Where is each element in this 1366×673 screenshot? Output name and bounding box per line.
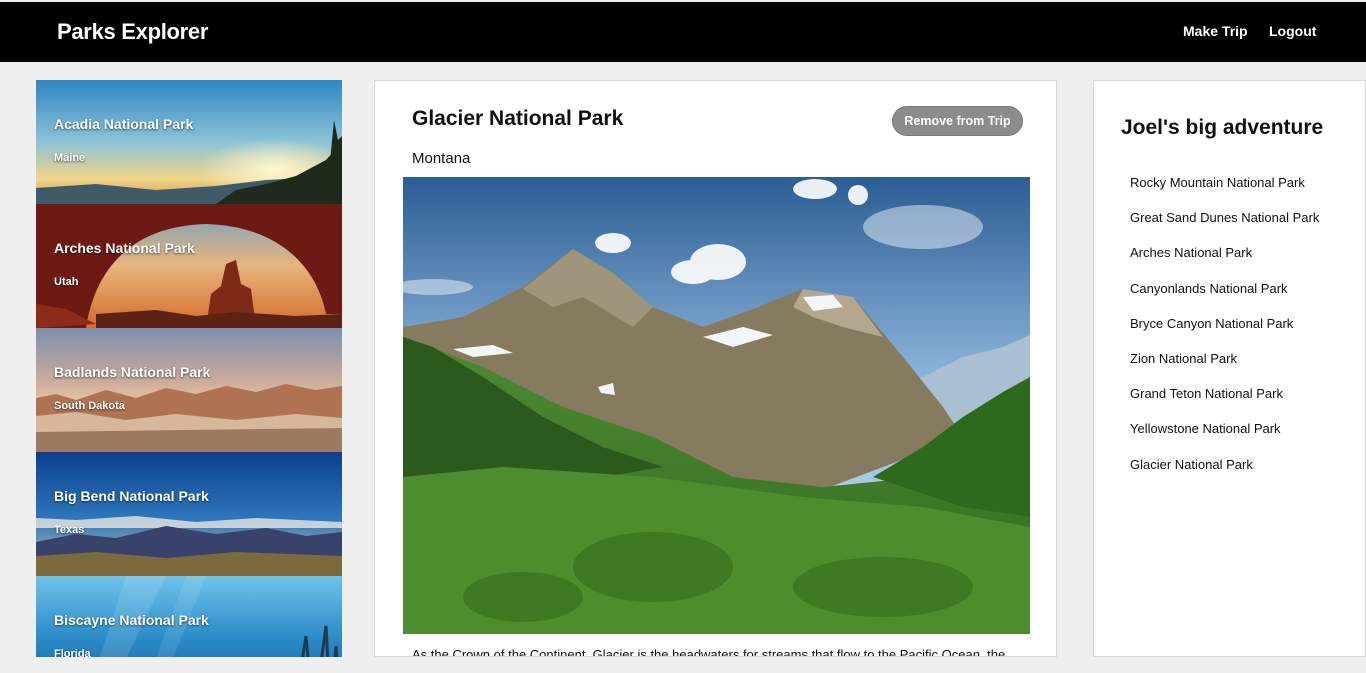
big-bend-photo — [36, 452, 342, 576]
park-name: Arches National Park — [54, 240, 195, 256]
park-name: Biscayne National Park — [54, 612, 209, 628]
park-card-biscayne[interactable]: Biscayne National Park Florida — [36, 576, 342, 657]
trip-list-item[interactable]: Rocky Mountain National Park — [1130, 175, 1319, 210]
park-name: Acadia National Park — [54, 116, 194, 132]
trip-list-item[interactable]: Great Sand Dunes National Park — [1130, 210, 1319, 245]
trip-list-item[interactable]: Yellowstone National Park — [1130, 421, 1319, 456]
parks-list: Acadia National Park Maine Arches Nation… — [36, 80, 342, 657]
park-state: Florida — [54, 648, 91, 657]
top-navbar: Parks Explorer Make Trip Logout — [0, 2, 1366, 62]
park-state: Maine — [54, 152, 86, 164]
park-description: As the Crown of the Continent, Glacier i… — [412, 647, 1006, 657]
park-card-arches[interactable]: Arches National Park Utah — [36, 204, 342, 328]
trip-title: Joel's big adventure — [1121, 116, 1324, 139]
trip-list-item[interactable]: Grand Teton National Park — [1130, 386, 1319, 421]
logout-link[interactable]: Logout — [1269, 23, 1316, 39]
trip-park-list: Rocky Mountain National Park Great Sand … — [1130, 175, 1319, 492]
park-name: Badlands National Park — [54, 364, 211, 380]
park-card-acadia[interactable]: Acadia National Park Maine — [36, 80, 342, 204]
trip-list-item[interactable]: Glacier National Park — [1130, 457, 1319, 492]
park-detail-panel: Glacier National Park Remove from Trip M… — [374, 80, 1057, 657]
park-state: Utah — [54, 276, 79, 288]
trip-list-item[interactable]: Arches National Park — [1130, 245, 1319, 280]
detail-park-state: Montana — [412, 150, 471, 167]
acadia-photo — [36, 80, 342, 204]
app-brand[interactable]: Parks Explorer — [57, 19, 208, 45]
park-card-badlands[interactable]: Badlands National Park South Dakota — [36, 328, 342, 452]
badlands-photo — [36, 328, 342, 452]
trip-panel: Joel's big adventure Rocky Mountain Nati… — [1093, 80, 1366, 657]
arches-photo — [36, 204, 342, 328]
remove-from-trip-button[interactable]: Remove from Trip — [892, 106, 1023, 136]
park-hero-photo — [403, 177, 1030, 634]
park-card-big-bend[interactable]: Big Bend National Park Texas — [36, 452, 342, 576]
park-state: Texas — [54, 524, 85, 536]
make-trip-link[interactable]: Make Trip — [1183, 23, 1248, 39]
park-state: South Dakota — [54, 400, 125, 412]
trip-list-item[interactable]: Bryce Canyon National Park — [1130, 316, 1319, 351]
park-name: Big Bend National Park — [54, 488, 209, 504]
trip-list-item[interactable]: Zion National Park — [1130, 351, 1319, 386]
detail-park-title: Glacier National Park — [412, 107, 624, 130]
trip-list-item[interactable]: Canyonlands National Park — [1130, 281, 1319, 316]
